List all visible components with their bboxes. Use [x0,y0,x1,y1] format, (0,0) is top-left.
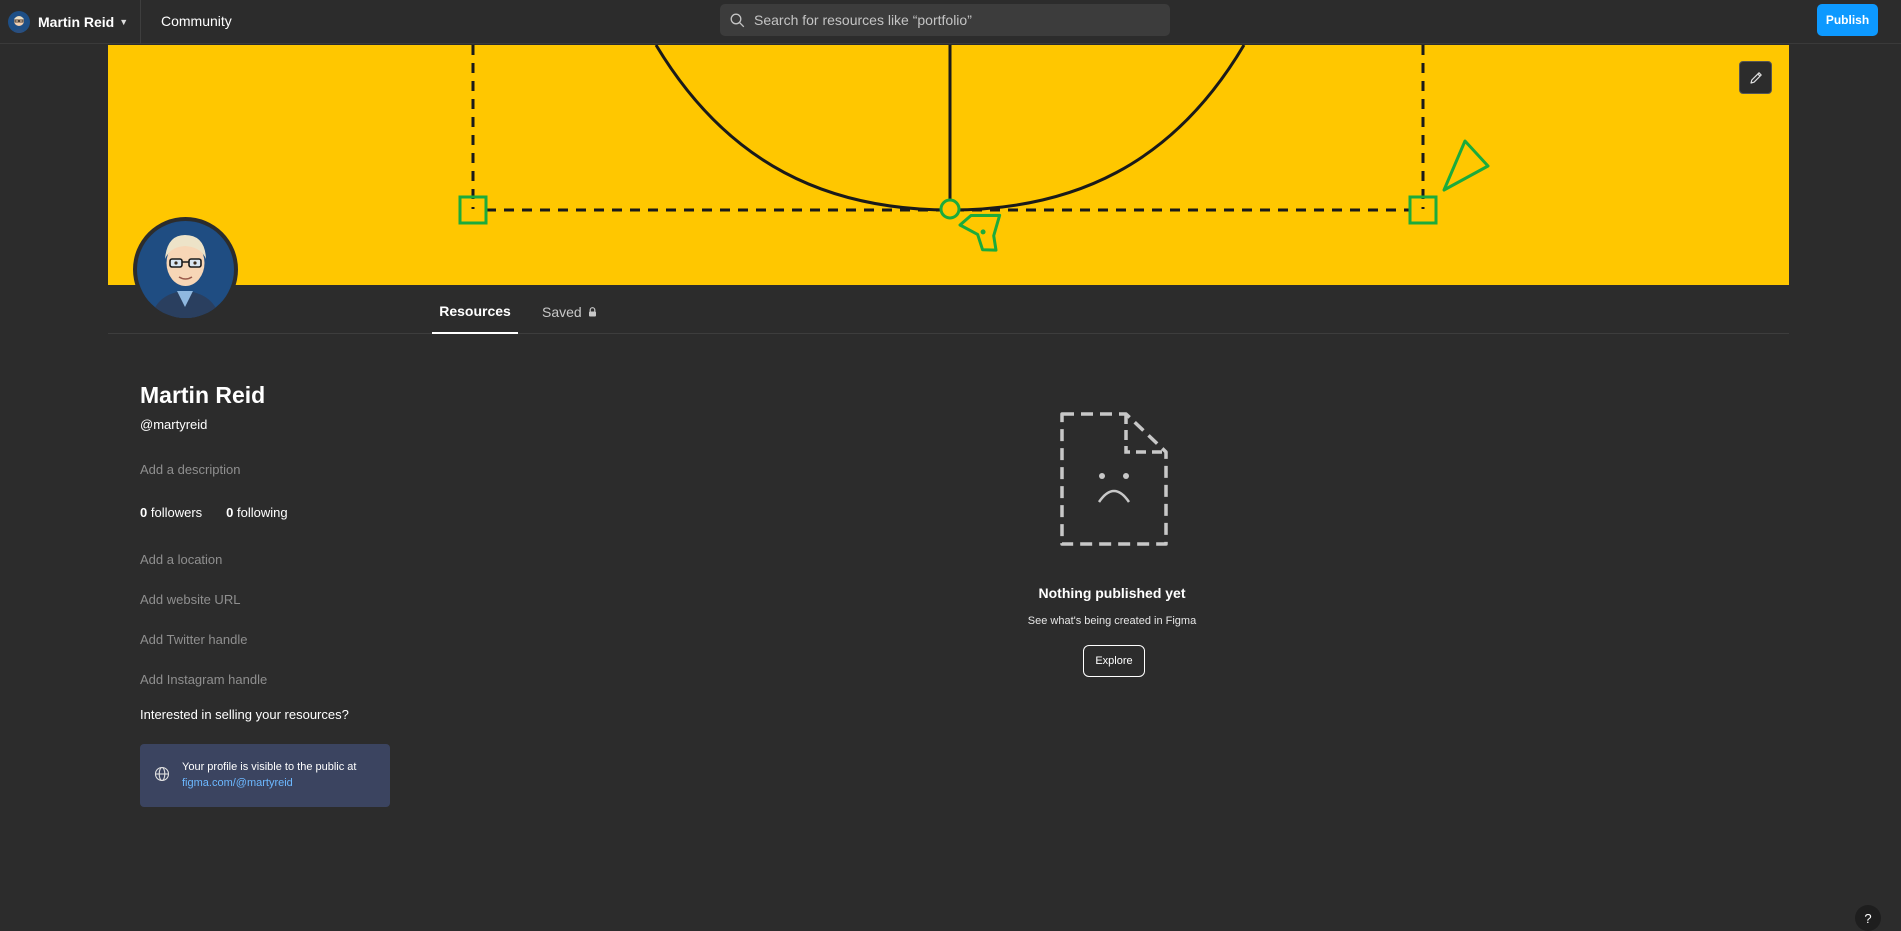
profile-tabs: Resources Saved [108,290,1789,334]
user-menu[interactable]: Martin Reid ▼ [8,8,128,36]
publish-button[interactable]: Publish [1817,4,1878,36]
visibility-text-block: Your profile is visible to the public at… [182,759,356,791]
tab-saved-label: Saved [542,304,582,320]
following-label: following [237,505,288,520]
chevron-down-icon: ▼ [119,17,129,27]
add-description-link[interactable]: Add a description [140,462,240,477]
tab-saved[interactable]: Saved [542,290,597,334]
followers-label: followers [150,505,203,520]
following-link[interactable]: 0 following [226,505,287,520]
lock-icon [588,307,596,317]
tab-resources-label: Resources [439,303,511,319]
follow-stats: 0 followers 0 following [140,505,288,520]
edit-banner-button[interactable] [1739,61,1772,94]
topbar-divider [140,0,141,44]
community-link[interactable]: Community [161,13,232,29]
profile-url-link[interactable]: figma.com/@martyreid [182,775,356,791]
banner-illustration [458,45,1490,252]
profile-visibility-card: Your profile is visible to the public at… [140,744,390,807]
user-avatar-small [8,11,30,33]
following-count: 0 [226,505,234,520]
followers-link[interactable]: 0 followers [140,505,202,520]
profile-name: Martin Reid [140,382,266,408]
pencil-icon [1749,71,1762,84]
add-website-link[interactable]: Add website URL [140,592,240,607]
profile-banner [108,45,1789,285]
empty-file-icon [1060,412,1168,546]
sell-resources-link[interactable]: Interested in selling your resources? [140,707,349,722]
search-input[interactable] [754,12,1154,28]
empty-state-title: Nothing published yet [1038,585,1186,601]
add-twitter-link[interactable]: Add Twitter handle [140,632,247,647]
search-icon [730,13,745,27]
followers-count: 0 [140,505,148,520]
search-bar[interactable] [720,4,1170,36]
empty-state-subtitle: See what's being created in Figma [1027,615,1197,627]
explore-button[interactable]: Explore [1083,645,1145,677]
globe-icon [154,766,170,782]
visibility-text: Your profile is visible to the public at [182,761,357,773]
profile-handle: @martyreid [140,417,208,432]
add-instagram-link[interactable]: Add Instagram handle [140,672,267,687]
top-bar: Martin Reid ▼ Community Publish [0,0,1901,44]
tab-resources[interactable]: Resources [432,290,518,334]
user-name: Martin Reid [38,14,115,30]
help-button[interactable]: ? [1855,905,1881,931]
add-location-link[interactable]: Add a location [140,552,222,567]
